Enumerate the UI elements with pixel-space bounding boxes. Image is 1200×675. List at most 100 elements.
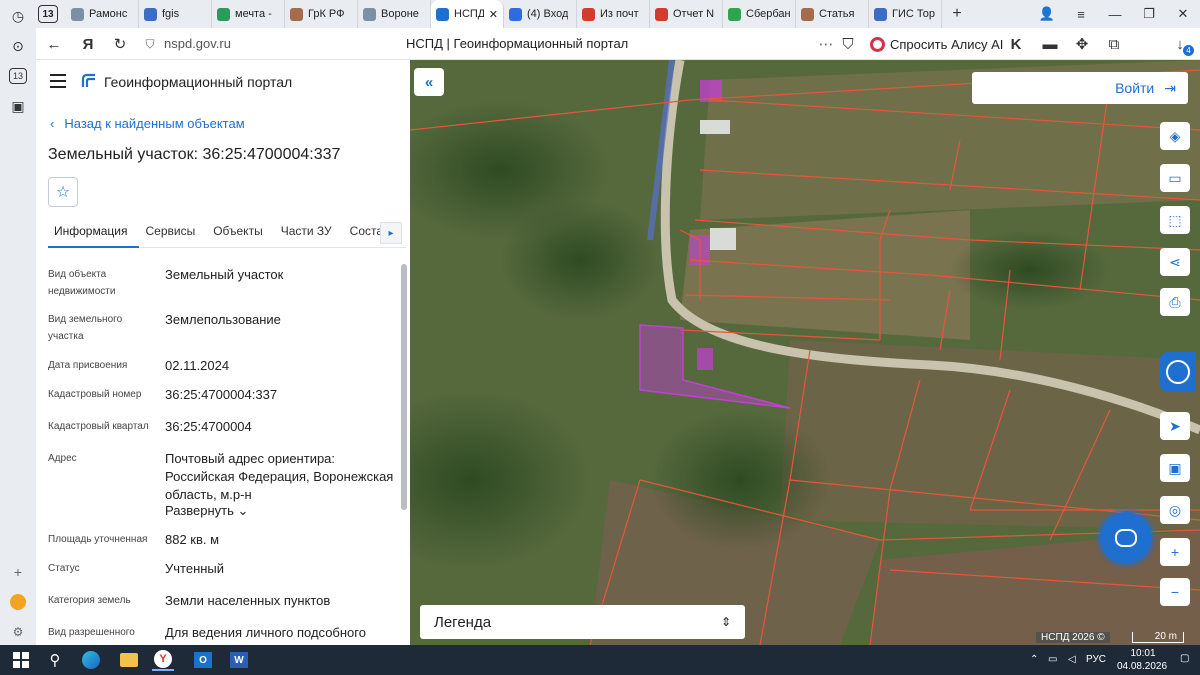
history-icon[interactable]: ◷ <box>8 6 28 26</box>
info-value: Почтовый адрес ориентира: Российская Фед… <box>165 451 394 502</box>
expand-link[interactable]: Развернуть ⌄ <box>165 502 395 520</box>
chevron-left-icon: ‹ <box>50 116 55 131</box>
info-value: 36:25:4700004:337 <box>165 387 278 402</box>
assistant-button[interactable] <box>1160 352 1196 392</box>
browser-tab[interactable]: ГИС Тор <box>869 0 942 28</box>
browser-tab[interactable]: НСПД ✕ <box>431 0 504 28</box>
yandex-icon[interactable]: Я <box>78 34 98 54</box>
basemap-button[interactable]: ▣ <box>1160 454 1190 482</box>
ruler-button[interactable]: ▭ <box>1160 164 1190 192</box>
alice-button[interactable]: Спросить Алису AI <box>866 32 1011 56</box>
back-to-results-link[interactable]: ‹ Назад к найденным объектам <box>50 116 245 131</box>
edge-icon[interactable] <box>80 649 102 671</box>
file-explorer-icon[interactable] <box>118 649 140 671</box>
chat-button[interactable] <box>1100 512 1152 564</box>
info-value: Учтенный <box>165 561 225 576</box>
browser-tab-title: ГрК РФ <box>308 8 345 20</box>
browser-tab[interactable]: мечта - <box>212 0 285 28</box>
browser-tab[interactable]: Вороне <box>358 0 431 28</box>
menu-hamburger-icon[interactable] <box>50 74 66 88</box>
map-scale: 20 m <box>1132 632 1184 643</box>
layers-button[interactable]: ◈ <box>1160 122 1190 150</box>
media-player-icon[interactable]: ⊙ <box>8 36 28 56</box>
browser-tab-title: Сбербан <box>746 8 790 20</box>
network-icon[interactable]: ▭ <box>1048 654 1057 665</box>
volume-icon[interactable]: ◁ <box>1068 654 1076 665</box>
tabs-next-button[interactable]: ▸ <box>380 222 402 244</box>
outlook-icon[interactable]: O <box>192 649 214 671</box>
yandex-mail-icon[interactable] <box>8 592 28 612</box>
tab-count-icon[interactable]: 13 <box>8 66 28 86</box>
close-window-button[interactable]: ✕ <box>1166 0 1200 28</box>
locate-button[interactable]: ➤ <box>1160 412 1190 440</box>
legend-button[interactable]: Легенда ⇕ <box>420 605 745 639</box>
browser-tab[interactable]: (4) Вход <box>504 0 577 28</box>
zoom-out-button[interactable]: − <box>1160 578 1190 606</box>
print-button[interactable]: ⎙ <box>1160 288 1190 316</box>
chat-icon <box>1115 529 1137 547</box>
info-key: Площадь уточненная <box>48 534 148 545</box>
select-area-icon: ⬚ <box>1168 211 1182 228</box>
tray-chevron-icon[interactable]: ⌃ <box>1030 654 1038 665</box>
select-area-button[interactable]: ⬚ <box>1160 206 1190 234</box>
clock-date[interactable]: 04.08.2026 <box>1112 661 1172 672</box>
panel-scrollbar[interactable] <box>400 256 408 644</box>
info-key: Адрес <box>48 453 77 464</box>
add-panel-icon[interactable]: + <box>8 562 28 582</box>
profile-icon[interactable]: 👤 <box>1030 0 1064 28</box>
new-tab-button[interactable]: + <box>946 3 968 25</box>
notifications-icon[interactable]: ▢ <box>1180 653 1189 664</box>
browser-tab[interactable]: Статья <box>796 0 869 28</box>
url-field[interactable]: nspd.gov.ru <box>164 36 231 51</box>
favorite-button[interactable]: ☆ <box>48 177 78 207</box>
screenshot-icon[interactable]: ▣ <box>8 96 28 116</box>
browser-tab[interactable]: Отчет N <box>650 0 723 28</box>
minimize-button[interactable]: — <box>1098 0 1132 28</box>
extension-k-icon[interactable]: K <box>1006 34 1026 54</box>
downloads-icon[interactable]: ↓ 4 <box>1170 34 1194 56</box>
language-indicator[interactable]: РУС <box>1086 654 1106 665</box>
restore-button[interactable]: ❐ <box>1132 0 1166 28</box>
more-icon[interactable]: ⋯ <box>816 34 836 54</box>
layers-icon: ◈ <box>1169 127 1181 144</box>
map-view[interactable]: « Войти ⇥ ◈ ▭ ⬚ ⋖ ⎙ ➤ ▣ ◎ + − Легенда ⇕ … <box>410 60 1200 645</box>
bookmark-icon[interactable]: ⛉ <box>838 34 858 54</box>
extensions-icon[interactable]: ✥ <box>1072 34 1092 54</box>
tab-parts[interactable]: Части ЗУ <box>275 220 344 248</box>
close-tab-icon[interactable]: ✕ <box>489 8 498 21</box>
settings-icon[interactable]: ⚙ <box>8 622 28 642</box>
yandex-browser-icon[interactable]: Y <box>152 649 174 671</box>
zoom-in-button[interactable]: + <box>1160 538 1190 566</box>
word-icon[interactable]: W <box>228 649 250 671</box>
browser-tab-title: ГИС Тор <box>892 8 935 20</box>
browser-tab[interactable]: ГрК РФ <box>285 0 358 28</box>
info-value: Земли населенных пунктов <box>165 593 331 608</box>
search-icon[interactable]: ⚲ <box>44 649 66 671</box>
browser-tab[interactable]: Из почт <box>577 0 650 28</box>
scrollbar-thumb[interactable] <box>401 264 407 510</box>
tab-information[interactable]: Информация <box>48 220 140 248</box>
collections-icon[interactable]: ⧉ <box>1104 34 1124 54</box>
clock-time[interactable]: 10:01 <box>1124 648 1162 659</box>
share-button[interactable]: ⋖ <box>1160 248 1190 276</box>
back-icon[interactable]: ← <box>44 34 64 54</box>
info-key: Статус <box>48 563 80 574</box>
site-info-icon[interactable]: ⛉ <box>140 34 160 54</box>
reload-icon[interactable]: ↻ <box>110 34 130 54</box>
browser-tab[interactable]: fgis <box>139 0 212 28</box>
tab-count-badge[interactable]: 13 <box>38 5 58 23</box>
collapse-panel-button[interactable]: « <box>414 68 444 96</box>
tab-objects[interactable]: Объекты <box>207 220 275 248</box>
browser-tab[interactable]: Сбербан <box>723 0 796 28</box>
browser-tab-title: (4) Вход <box>527 8 569 20</box>
tab-services[interactable]: Сервисы <box>139 220 207 248</box>
windows-start-icon[interactable] <box>10 649 32 671</box>
browser-tab-title: Отчет N <box>673 8 715 20</box>
menu-icon[interactable]: ≡ <box>1064 0 1098 28</box>
pdf-icon <box>582 7 595 21</box>
info-value: 36:25:4700004 <box>165 419 252 434</box>
browser-tab[interactable]: Рамонс <box>66 0 139 28</box>
geolocation-button[interactable]: ◎ <box>1160 496 1190 524</box>
extension-hat-icon[interactable]: ▬ <box>1040 34 1060 54</box>
login-button[interactable]: Войти ⇥ <box>972 72 1188 104</box>
